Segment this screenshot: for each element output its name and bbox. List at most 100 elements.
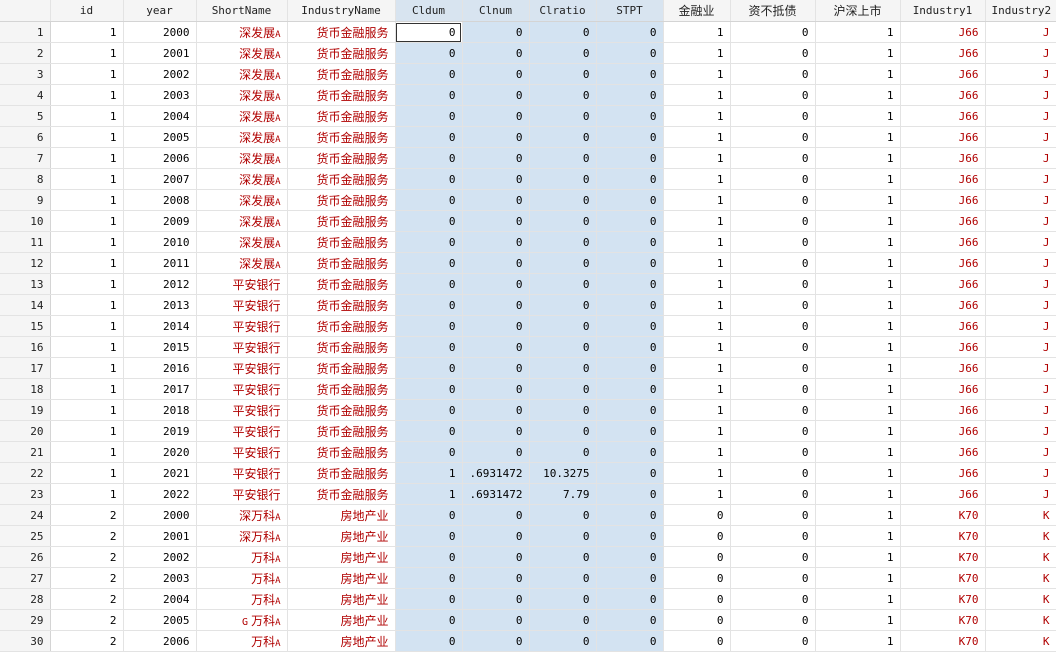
cell-shortname[interactable]: 深发展A xyxy=(196,147,288,169)
cell-clnum[interactable]: 0 xyxy=(462,399,530,421)
cell-year[interactable]: 2015 xyxy=(123,336,197,358)
cell-industry1[interactable]: J66 xyxy=(900,378,986,400)
cell-stpt[interactable]: 0 xyxy=(596,357,664,379)
cell-id[interactable]: 1 xyxy=(50,294,124,316)
cell-clnum[interactable]: 0 xyxy=(462,420,530,442)
cell-shortname[interactable]: 平安银行 xyxy=(196,462,288,484)
cell-industryname[interactable]: 货币金融服务 xyxy=(287,441,396,463)
cell-finance[interactable]: 1 xyxy=(663,315,731,337)
cell-shortname[interactable]: 深发展A xyxy=(196,189,288,211)
cell-cldum[interactable]: 0 xyxy=(395,168,463,190)
cell-industryname[interactable]: 货币金融服务 xyxy=(287,63,396,85)
cell-listed[interactable]: 1 xyxy=(815,126,901,148)
row-number[interactable]: 21 xyxy=(0,441,51,463)
row-number[interactable]: 18 xyxy=(0,378,51,400)
cell-industry1[interactable]: K70 xyxy=(900,546,986,568)
cell-finance[interactable]: 1 xyxy=(663,105,731,127)
cell-industryname[interactable]: 货币金融服务 xyxy=(287,462,396,484)
cell-industryname[interactable]: 货币金融服务 xyxy=(287,483,396,505)
cell-cldum[interactable]: 0 xyxy=(395,42,463,64)
cell-industry2[interactable]: J xyxy=(985,168,1056,190)
cell-shortname[interactable]: 深发展A xyxy=(196,105,288,127)
cell-id[interactable]: 1 xyxy=(50,63,124,85)
cell-cldum[interactable]: 0 xyxy=(395,420,463,442)
cell-industry1[interactable]: J66 xyxy=(900,126,986,148)
cell-finance[interactable]: 1 xyxy=(663,21,731,43)
cell-shortname[interactable]: 平安银行 xyxy=(196,420,288,442)
cell-stpt[interactable]: 0 xyxy=(596,483,664,505)
cell-clratio[interactable]: 0 xyxy=(529,315,597,337)
column-header-clratio[interactable]: Clratio xyxy=(529,0,597,22)
cell-stpt[interactable]: 0 xyxy=(596,609,664,631)
cell-finance[interactable]: 1 xyxy=(663,441,731,463)
cell-listed[interactable]: 1 xyxy=(815,84,901,106)
cell-finance[interactable]: 1 xyxy=(663,462,731,484)
cell-industry2[interactable]: J xyxy=(985,147,1056,169)
row-number[interactable]: 28 xyxy=(0,588,51,610)
cell-id[interactable]: 1 xyxy=(50,399,124,421)
cell-insolvent[interactable]: 0 xyxy=(730,357,816,379)
cell-clratio[interactable]: 0 xyxy=(529,231,597,253)
cell-year[interactable]: 2012 xyxy=(123,273,197,295)
cell-insolvent[interactable]: 0 xyxy=(730,84,816,106)
cell-id[interactable]: 1 xyxy=(50,231,124,253)
cell-finance[interactable]: 0 xyxy=(663,630,731,652)
cell-clnum[interactable]: 0 xyxy=(462,315,530,337)
cell-insolvent[interactable]: 0 xyxy=(730,231,816,253)
cell-industry1[interactable]: J66 xyxy=(900,357,986,379)
cell-stpt[interactable]: 0 xyxy=(596,630,664,652)
table-row[interactable]: 7 1 2006 深发展A 货币金融服务 0 0 0 0 1 0 1 J66 J xyxy=(0,147,1056,169)
cell-industry2[interactable]: J xyxy=(985,105,1056,127)
cell-clratio[interactable]: 0 xyxy=(529,504,597,526)
cell-stpt[interactable]: 0 xyxy=(596,504,664,526)
cell-industryname[interactable]: 货币金融服务 xyxy=(287,315,396,337)
cell-industry1[interactable]: J66 xyxy=(900,42,986,64)
cell-cldum[interactable]: 0 xyxy=(395,336,463,358)
cell-cldum[interactable]: 0 xyxy=(395,210,463,232)
cell-stpt[interactable]: 0 xyxy=(596,210,664,232)
cell-industry2[interactable]: K xyxy=(985,588,1056,610)
cell-finance[interactable]: 1 xyxy=(663,231,731,253)
row-number[interactable]: 8 xyxy=(0,168,51,190)
cell-insolvent[interactable]: 0 xyxy=(730,294,816,316)
cell-listed[interactable]: 1 xyxy=(815,483,901,505)
cell-insolvent[interactable]: 0 xyxy=(730,189,816,211)
cell-listed[interactable]: 1 xyxy=(815,294,901,316)
cell-stpt[interactable]: 0 xyxy=(596,126,664,148)
cell-clratio[interactable]: 0 xyxy=(529,420,597,442)
cell-insolvent[interactable]: 0 xyxy=(730,462,816,484)
cell-clratio[interactable]: 0 xyxy=(529,252,597,274)
cell-clnum[interactable]: .6931472 xyxy=(462,483,530,505)
cell-industry2[interactable]: K xyxy=(985,504,1056,526)
cell-year[interactable]: 2002 xyxy=(123,546,197,568)
cell-industryname[interactable]: 货币金融服务 xyxy=(287,189,396,211)
cell-stpt[interactable]: 0 xyxy=(596,42,664,64)
cell-id[interactable]: 1 xyxy=(50,273,124,295)
cell-industry2[interactable]: J xyxy=(985,462,1056,484)
cell-finance[interactable]: 1 xyxy=(663,84,731,106)
column-header-clnum[interactable]: Clnum xyxy=(462,0,530,22)
table-row[interactable]: 28 2 2004 万科A 房地产业 0 0 0 0 0 0 1 K70 K xyxy=(0,588,1056,610)
cell-industry2[interactable]: K xyxy=(985,525,1056,547)
cell-cldum[interactable]: 0 xyxy=(395,21,463,43)
column-header-insolvent[interactable]: 资不抵债 xyxy=(730,0,816,22)
cell-industry1[interactable]: J66 xyxy=(900,315,986,337)
cell-industry1[interactable]: K70 xyxy=(900,504,986,526)
cell-id[interactable]: 1 xyxy=(50,252,124,274)
row-number[interactable]: 29 xyxy=(0,609,51,631)
cell-shortname[interactable]: 万科A xyxy=(196,567,288,589)
cell-stpt[interactable]: 0 xyxy=(596,315,664,337)
cell-clnum[interactable]: 0 xyxy=(462,147,530,169)
cell-id[interactable]: 1 xyxy=(50,147,124,169)
table-row[interactable]: 16 1 2015 平安银行 货币金融服务 0 0 0 0 1 0 1 J66 J xyxy=(0,336,1056,358)
cell-clratio[interactable]: 0 xyxy=(529,609,597,631)
cell-industry2[interactable]: J xyxy=(985,399,1056,421)
row-number[interactable]: 20 xyxy=(0,420,51,442)
cell-insolvent[interactable]: 0 xyxy=(730,252,816,274)
row-number[interactable]: 12 xyxy=(0,252,51,274)
cell-clnum[interactable]: 0 xyxy=(462,63,530,85)
cell-id[interactable]: 1 xyxy=(50,126,124,148)
cell-year[interactable]: 2002 xyxy=(123,63,197,85)
cell-id[interactable]: 1 xyxy=(50,420,124,442)
cell-insolvent[interactable]: 0 xyxy=(730,630,816,652)
